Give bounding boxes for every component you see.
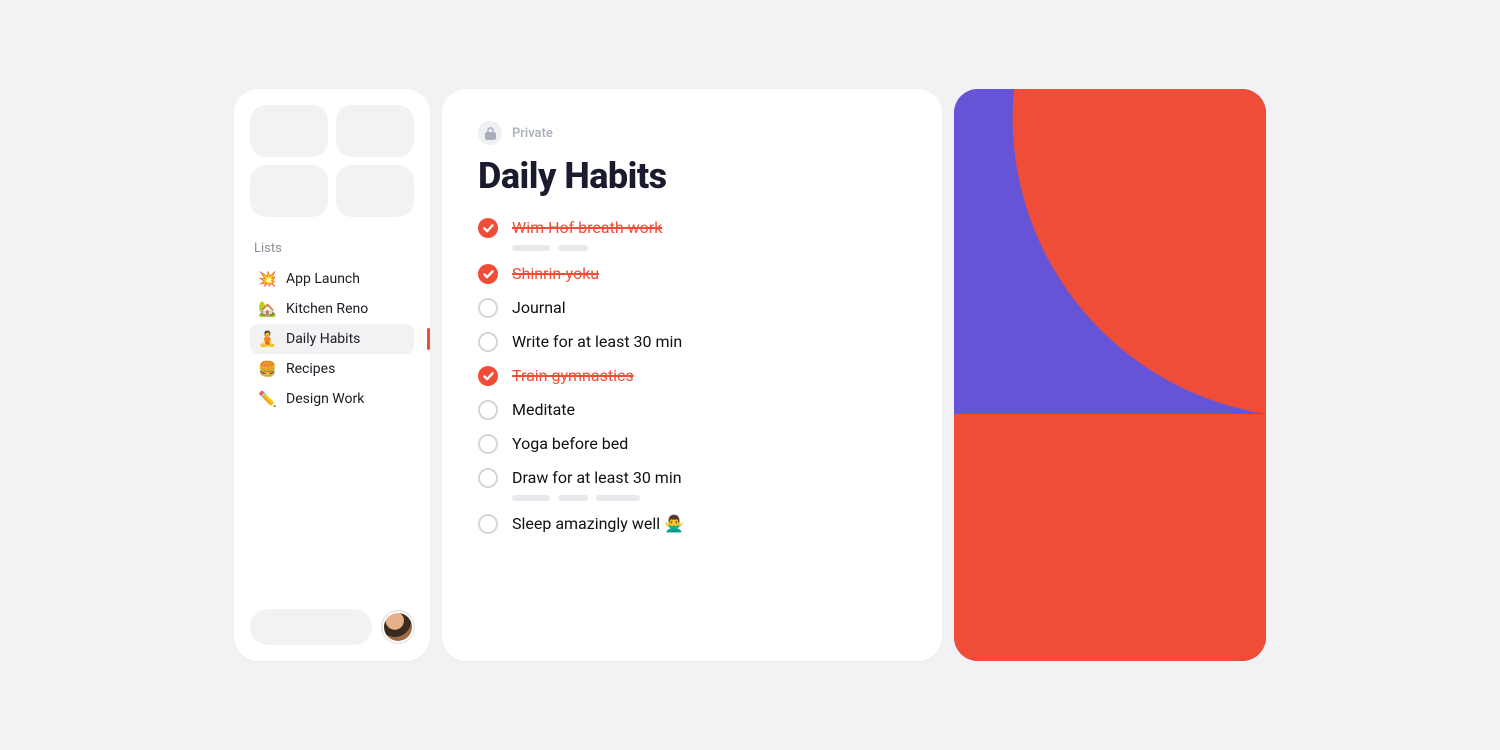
task-checkbox[interactable] — [478, 298, 498, 318]
avatar[interactable] — [382, 611, 414, 643]
sidebar-item-recipes[interactable]: 🍔 Recipes — [250, 354, 414, 384]
task-row: Write for at least 30 min — [478, 327, 906, 357]
sidebar-footer — [250, 609, 414, 645]
sidebar-item-kitchen-reno[interactable]: 🏡 Kitchen Reno — [250, 294, 414, 324]
list-emoji-icon: 🧘 — [258, 330, 276, 348]
list-emoji-icon: 🍔 — [258, 360, 276, 378]
task-label[interactable]: Wim Hof breath work — [512, 217, 662, 239]
decor-art — [954, 89, 1266, 661]
task-label[interactable]: Sleep amazingly well 🙅‍♂️ — [512, 513, 684, 535]
decor-panel — [954, 89, 1266, 661]
task-checkbox[interactable] — [478, 332, 498, 352]
task-checkbox[interactable] — [478, 366, 498, 386]
list-emoji-icon: 🏡 — [258, 300, 276, 318]
sidebar-top-tiles — [250, 105, 414, 217]
sidebar-tile[interactable] — [250, 105, 328, 157]
task-meta — [512, 245, 662, 251]
task-content: Meditate — [512, 399, 575, 421]
app-shell: Lists 💥 App Launch 🏡 Kitchen Reno 🧘 Daily Hab… — [234, 89, 1266, 661]
task-meta — [512, 495, 682, 501]
task-label[interactable]: Yoga before bed — [512, 433, 628, 455]
sidebar-item-design-work[interactable]: ✏️ Design Work — [250, 384, 414, 414]
list-emoji-icon: 💥 — [258, 270, 276, 288]
task-row: Shinrin-yoku — [478, 259, 906, 289]
task-content: Train gymnastics — [512, 365, 634, 387]
task-label[interactable]: Shinrin-yoku — [512, 263, 599, 285]
list-emoji-icon: ✏️ — [258, 390, 276, 408]
task-content: Sleep amazingly well 🙅‍♂️ — [512, 513, 684, 535]
task-content: Wim Hof breath work — [512, 217, 662, 251]
task-checkbox[interactable] — [478, 434, 498, 454]
task-checkbox[interactable] — [478, 264, 498, 284]
sidebar-item-daily-habits[interactable]: 🧘 Daily Habits — [250, 324, 414, 354]
task-row: Meditate — [478, 395, 906, 425]
task-row: Sleep amazingly well 🙅‍♂️ — [478, 509, 906, 539]
task-row: Wim Hof breath work — [478, 213, 906, 255]
sidebar-section-label: Lists — [250, 241, 414, 256]
task-row: Journal — [478, 293, 906, 323]
task-content: Write for at least 30 min — [512, 331, 682, 353]
sidebar: Lists 💥 App Launch 🏡 Kitchen Reno 🧘 Daily Hab… — [234, 89, 430, 661]
sidebar-list: 💥 App Launch 🏡 Kitchen Reno 🧘 Daily Habits 🍔 Re… — [250, 264, 414, 414]
task-row: Yoga before bed — [478, 429, 906, 459]
privacy-row: Private — [478, 121, 906, 145]
task-row: Train gymnastics — [478, 361, 906, 391]
task-checkbox[interactable] — [478, 514, 498, 534]
sidebar-item-label: App Launch — [286, 271, 360, 287]
page-title: Daily Habits — [478, 155, 906, 197]
task-checkbox[interactable] — [478, 218, 498, 238]
task-label[interactable]: Train gymnastics — [512, 365, 634, 387]
sidebar-item-label: Design Work — [286, 391, 364, 407]
sidebar-tile[interactable] — [336, 165, 414, 217]
task-label[interactable]: Meditate — [512, 399, 575, 421]
task-content: Journal — [512, 297, 566, 319]
sidebar-footer-pill[interactable] — [250, 609, 372, 645]
sidebar-item-app-launch[interactable]: 💥 App Launch — [250, 264, 414, 294]
task-content: Yoga before bed — [512, 433, 628, 455]
task-checkbox[interactable] — [478, 400, 498, 420]
sidebar-item-label: Recipes — [286, 361, 335, 377]
privacy-label: Private — [512, 126, 553, 141]
sidebar-item-label: Daily Habits — [286, 331, 360, 347]
task-label[interactable]: Draw for at least 30 min — [512, 467, 682, 489]
main-panel: Private Daily Habits Wim Hof breath work… — [442, 89, 942, 661]
lock-icon — [478, 121, 502, 145]
sidebar-item-label: Kitchen Reno — [286, 301, 368, 317]
task-checkbox[interactable] — [478, 468, 498, 488]
task-row: Draw for at least 30 min — [478, 463, 906, 505]
task-label[interactable]: Write for at least 30 min — [512, 331, 682, 353]
task-label[interactable]: Journal — [512, 297, 566, 319]
sidebar-tile[interactable] — [250, 165, 328, 217]
task-content: Shinrin-yoku — [512, 263, 599, 285]
task-list: Wim Hof breath work Shinrin-yoku Journal Wr… — [478, 213, 906, 539]
task-content: Draw for at least 30 min — [512, 467, 682, 501]
sidebar-tile[interactable] — [336, 105, 414, 157]
